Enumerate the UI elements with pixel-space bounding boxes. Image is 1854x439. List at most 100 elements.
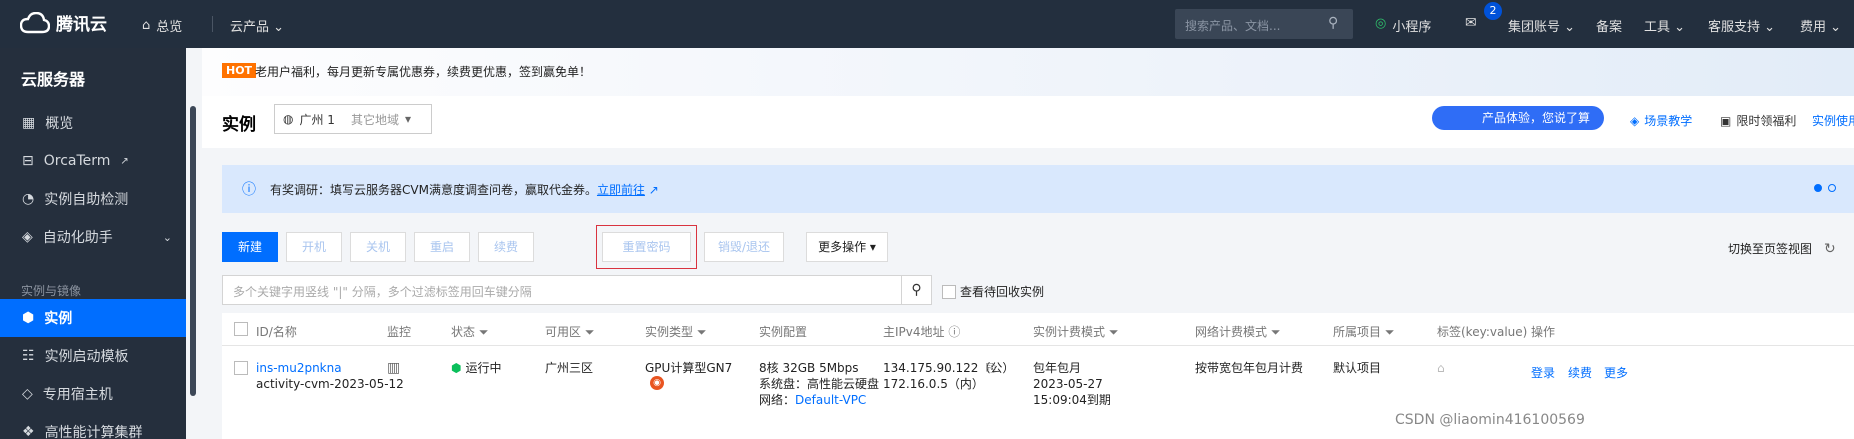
cluster-icon: ❖ bbox=[22, 424, 35, 439]
restart-button[interactable]: 重启 bbox=[414, 232, 470, 262]
billing-mode: 包年包月 bbox=[1033, 361, 1082, 375]
carousel-dot[interactable] bbox=[1828, 184, 1836, 192]
products-menu[interactable]: 云产品 ⌄ bbox=[230, 16, 284, 35]
sidebar-title: 云服务器 bbox=[21, 70, 86, 89]
sidebar-scrollbar[interactable] bbox=[190, 106, 196, 396]
recycle-checkbox[interactable]: 查看待回收实例 bbox=[942, 283, 1044, 300]
renew-action[interactable]: 续费 bbox=[1568, 365, 1592, 382]
column-header-label: 实例计费模式 bbox=[1033, 325, 1106, 339]
shutdown-button[interactable]: 关机 bbox=[350, 232, 406, 262]
tools-menu[interactable]: 工具 ⌄ bbox=[1644, 16, 1685, 35]
switch-view-control[interactable]: 切换至页签视图 ↻ bbox=[1728, 240, 1836, 257]
renew-button[interactable]: 续费 bbox=[478, 232, 534, 262]
filter-icon: ⏷ bbox=[478, 325, 489, 339]
filter-search-button[interactable]: ⚲ bbox=[902, 275, 932, 305]
mini-program-link[interactable]: ◎ 小程序 bbox=[1375, 16, 1431, 35]
column-header[interactable]: 实例计费模式 ⏷ bbox=[1033, 323, 1118, 340]
sidebar-item-self-check[interactable]: ◔ 实例自助检测 bbox=[0, 180, 186, 218]
limited-benefit-link[interactable]: ▣ 限时领福利 bbox=[1720, 112, 1796, 129]
zone-text: 广州三区 bbox=[545, 361, 594, 375]
column-header: 标签(key:value) bbox=[1437, 325, 1528, 339]
search-icon: ⚲ bbox=[911, 282, 922, 298]
mini-program-label: 小程序 bbox=[1392, 20, 1432, 35]
carousel-dot[interactable] bbox=[1814, 184, 1822, 192]
instance-filter-input[interactable]: 多个关键字用竖线 "|" 分隔，多个过滤标签用回车键分隔 bbox=[222, 275, 902, 305]
brand-logo[interactable]: 腾讯云 bbox=[20, 10, 107, 35]
sidebar-item-orcaterm[interactable]: ⊟ OrcaTerm ↗ bbox=[0, 142, 186, 180]
column-header[interactable]: 可用区 ⏷ bbox=[545, 323, 594, 340]
sidebar-item-launch-template[interactable]: ☷ 实例启动模板 bbox=[0, 337, 186, 375]
chevron-down-icon: ⌄ bbox=[273, 20, 285, 35]
support-label: 客服支持 bbox=[1708, 20, 1761, 35]
scene-teaching-link[interactable]: ◈ 场景教学 bbox=[1630, 112, 1692, 129]
sidebar-item-label: 专用宿主机 bbox=[42, 387, 113, 403]
filter-icon: ⏷ bbox=[1108, 325, 1119, 339]
survey-notice: ⓘ 有奖调研：填写云服务器CVM满意度调查问卷，赢取代金券。立即前往 ↗ bbox=[222, 165, 1854, 213]
overview-link[interactable]: ⌂ 总览 bbox=[142, 16, 182, 35]
column-header[interactable]: 实例类型 ⏷ bbox=[645, 323, 706, 340]
tag-icon[interactable]: ⌂ bbox=[1437, 360, 1445, 377]
project-text: 默认项目 bbox=[1333, 361, 1382, 375]
mail-count-badge: 2 bbox=[1484, 2, 1502, 20]
chevron-down-icon: ⌄ bbox=[162, 230, 172, 244]
login-action[interactable]: 登录 bbox=[1531, 365, 1555, 382]
column-header[interactable]: 所属项目 ⏷ bbox=[1333, 323, 1394, 340]
filing-link[interactable]: 备案 bbox=[1596, 16, 1622, 35]
switch-view-label: 切换至页签视图 bbox=[1728, 242, 1813, 256]
more-action[interactable]: 更多 bbox=[1604, 365, 1628, 382]
watermark: CSDN @liaomin416100569 bbox=[1395, 412, 1585, 428]
region-selector[interactable]: ◍ 广州 1 其它地域 ▾ bbox=[274, 104, 432, 134]
more-actions-button[interactable]: 更多操作 ▾ bbox=[806, 232, 888, 262]
sidebar-item-label: 高性能计算集群 bbox=[44, 425, 143, 439]
filter-icon: ⏷ bbox=[1270, 325, 1281, 339]
start-button[interactable]: 开机 bbox=[286, 232, 342, 262]
running-icon: ⬢ bbox=[451, 361, 462, 375]
external-link-icon: ↗ bbox=[120, 155, 129, 167]
row-checkbox[interactable] bbox=[234, 361, 248, 375]
new-instance-button[interactable]: 新建 bbox=[222, 232, 278, 262]
sidebar-item-dedicated-host[interactable]: ◇ 专用宿主机 bbox=[0, 375, 186, 413]
sidebar-item-instances[interactable]: ⬢ 实例 bbox=[0, 299, 186, 337]
select-all-checkbox[interactable] bbox=[234, 322, 248, 336]
grid-icon: ▦ bbox=[22, 115, 36, 131]
sidebar-item-label: OrcaTerm bbox=[43, 153, 111, 169]
divider bbox=[212, 16, 213, 32]
billing-menu[interactable]: 费用 ⌄ bbox=[1800, 16, 1841, 35]
vpc-link[interactable]: Default-VPC bbox=[795, 393, 866, 407]
global-search-input[interactable]: 搜索产品、文档... bbox=[1175, 9, 1353, 39]
feedback-button[interactable]: 产品体验，您说了算 bbox=[1432, 106, 1604, 130]
instance-table: ID/名称 监控 状态 ⏷ 可用区 ⏷ 实例类型 ⏷ 实例配置 主IPv4地址 … bbox=[222, 313, 1854, 439]
column-header[interactable]: 状态 ⏷ bbox=[451, 323, 488, 340]
column-header[interactable]: 网络计费模式 ⏷ bbox=[1195, 323, 1280, 340]
destroy-button[interactable]: 销毁/退还 bbox=[704, 232, 784, 262]
globe-icon: ◍ bbox=[283, 112, 294, 126]
column-header: 操作 bbox=[1531, 325, 1556, 339]
copy-icon[interactable]: ⎘ bbox=[986, 360, 996, 377]
instance-id-link[interactable]: ins-mu2pnkna bbox=[256, 360, 342, 377]
support-menu[interactable]: 客服支持 ⌄ bbox=[1708, 16, 1775, 35]
sidebar-item-overview[interactable]: ▦ 概览 bbox=[0, 104, 186, 142]
notice-link[interactable]: 立即前往 bbox=[597, 183, 645, 197]
sidebar-item-hpc-cluster[interactable]: ❖ 高性能计算集群 bbox=[0, 413, 186, 439]
sidebar-item-label: 实例启动模板 bbox=[44, 349, 129, 365]
group-account-menu[interactable]: 集团账号 ⌄ bbox=[1508, 16, 1575, 35]
sidebar-item-automation[interactable]: ◈ 自动化助手 ⌄ bbox=[0, 218, 186, 256]
column-header: 主IPv4地址 ⓘ bbox=[883, 323, 960, 340]
info-icon: ⓘ bbox=[242, 182, 256, 198]
promo-banner[interactable]: HOT 老用户福利，每月更新专属优惠券，续费更优惠，签到赢免单！ bbox=[202, 48, 1854, 96]
checkbox[interactable] bbox=[942, 284, 956, 299]
cloud-icon bbox=[20, 11, 50, 33]
monitor-chart-icon[interactable]: ▥ bbox=[387, 360, 400, 377]
column-header-label: 网络计费模式 bbox=[1195, 325, 1268, 339]
refresh-icon[interactable]: ↻ bbox=[1824, 241, 1836, 257]
instance-usage-link[interactable]: 实例使用 bbox=[1812, 112, 1854, 129]
mail-icon[interactable]: ✉ bbox=[1465, 15, 1477, 31]
expire-date: 2023-05-27 bbox=[1033, 377, 1103, 391]
column-header-label: 主IPv4地址 bbox=[883, 325, 945, 339]
search-icon[interactable]: ⚲ bbox=[1328, 15, 1338, 31]
config-disk: 系统盘：高性能云硬盘 bbox=[759, 377, 880, 391]
column-header: 监控 bbox=[387, 325, 412, 339]
config-network-label: 网络： bbox=[759, 393, 796, 407]
sidebar-group-label: 实例与镜像 bbox=[21, 284, 82, 298]
column-header-label: 实例类型 bbox=[645, 325, 694, 339]
